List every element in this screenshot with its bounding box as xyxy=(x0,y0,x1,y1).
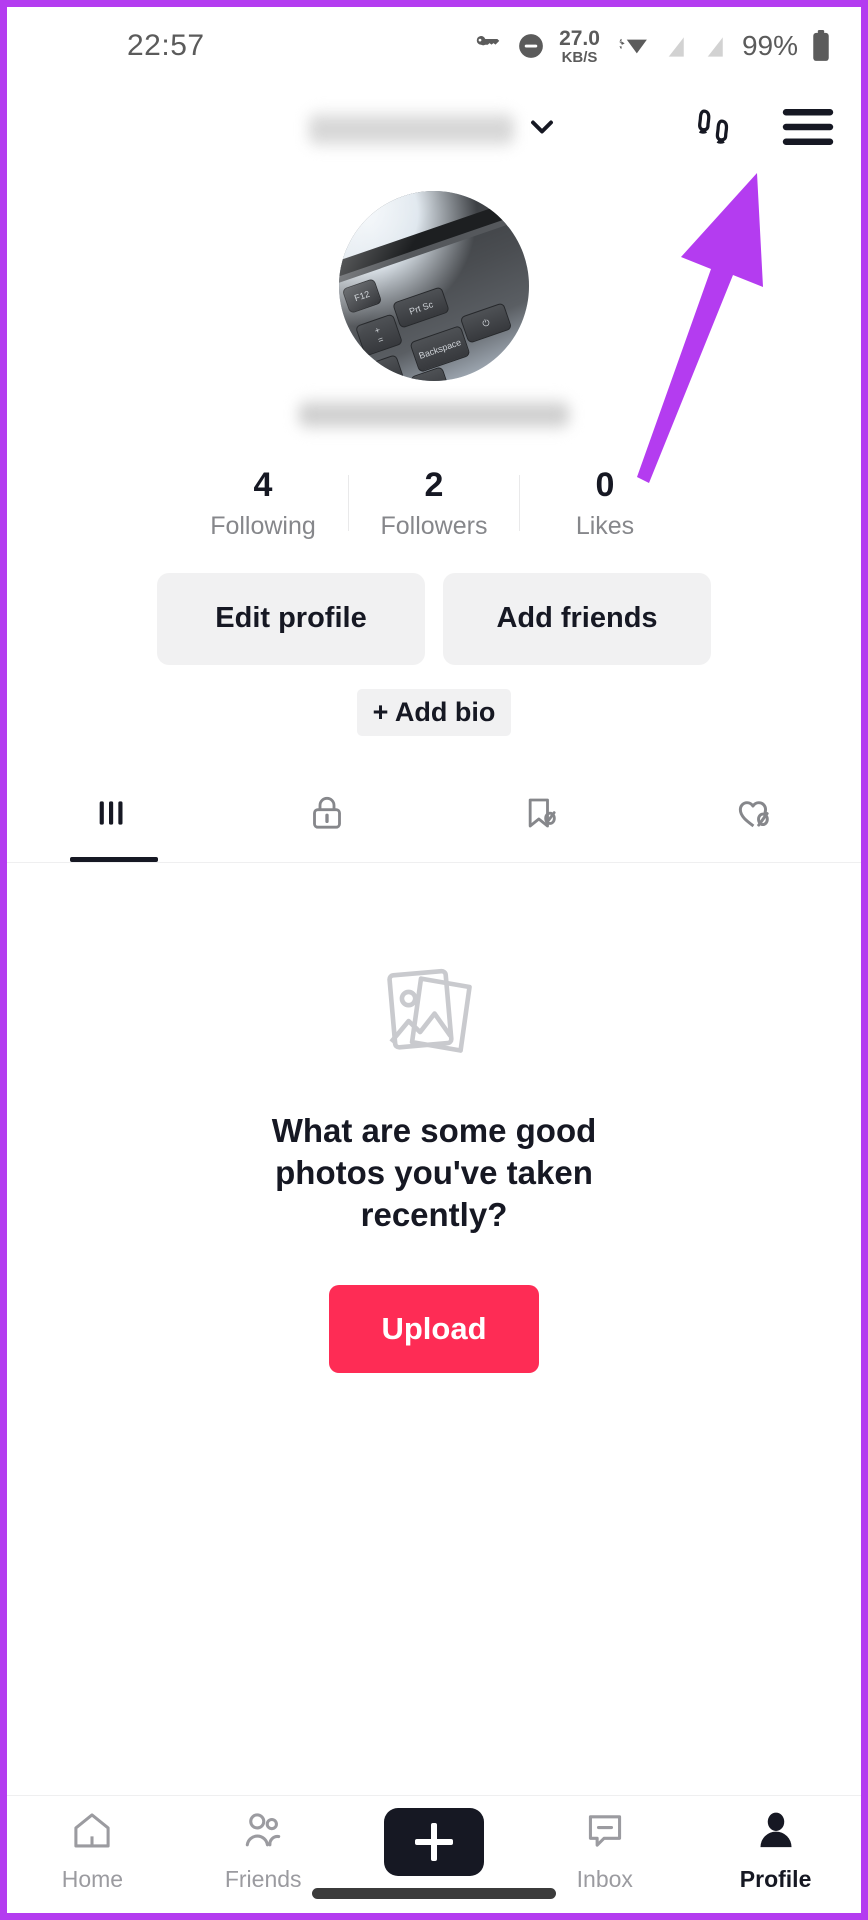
chevron-down-icon[interactable] xyxy=(524,109,560,150)
nav-item-home[interactable]: Home xyxy=(7,1808,178,1893)
username-label-blurred xyxy=(308,112,514,146)
friends-icon xyxy=(240,1808,286,1859)
profile-header xyxy=(7,85,861,173)
nav-label-inbox: Inbox xyxy=(576,1866,633,1892)
nav-label-friends: Friends xyxy=(224,1866,302,1892)
footprints-icon[interactable] xyxy=(687,101,739,158)
private-tab[interactable] xyxy=(221,770,435,862)
status-bar: 22:57 27.0 KB/S 99% xyxy=(7,7,861,85)
hamburger-menu-icon[interactable] xyxy=(781,106,835,153)
bookmark-slash-icon xyxy=(521,793,561,838)
posts-tab[interactable] xyxy=(7,770,221,862)
stat-followers[interactable]: 2 Followers xyxy=(349,465,519,541)
network-speed-indicator: 27.0 KB/S xyxy=(559,28,600,65)
bottom-navigation: Home Friends Inbox Profile xyxy=(7,1795,861,1913)
nav-item-inbox[interactable]: Inbox xyxy=(519,1808,690,1893)
liked-tab[interactable] xyxy=(648,770,862,862)
lock-icon xyxy=(307,793,347,838)
profile-stats: 4 Following 2 Followers 0 Likes xyxy=(7,465,861,541)
inbox-icon xyxy=(582,1808,628,1859)
profile-actions: Edit profile Add friends xyxy=(7,572,861,665)
stat-following[interactable]: 4 Following xyxy=(178,465,348,541)
sim2-no-signal-icon xyxy=(701,31,727,61)
do-not-disturb-icon xyxy=(516,31,546,61)
handle-label-blurred xyxy=(299,399,569,429)
likes-count: 0 xyxy=(595,466,615,504)
following-label: Following xyxy=(210,511,316,540)
profile-handle xyxy=(7,399,861,429)
heart-slash-icon xyxy=(733,792,775,839)
grid-bars-icon xyxy=(94,793,134,838)
screenshot-frame: 22:57 27.0 KB/S 99% 4 Following 2 Follow… xyxy=(0,0,868,1920)
plus-glyph xyxy=(414,1823,453,1861)
add-bio-button[interactable]: + Add bio xyxy=(356,688,512,736)
vpn-key-icon xyxy=(473,31,503,61)
bio-row: + Add bio xyxy=(7,688,861,736)
avatar-block: F12 Prt Sc ⏻ += Backspace ] \ xyxy=(7,191,861,381)
android-gesture-bar xyxy=(312,1888,556,1899)
reposts-tab[interactable] xyxy=(434,770,648,862)
content-tabs xyxy=(7,770,861,863)
phone-screen: 22:57 27.0 KB/S 99% 4 Following 2 Follow… xyxy=(7,7,861,1913)
nav-label-profile: Profile xyxy=(739,1866,812,1892)
network-speed-value: 27.0 xyxy=(559,26,600,50)
create-plus-icon[interactable] xyxy=(374,1808,493,1876)
nav-item-profile[interactable]: Profile xyxy=(690,1808,861,1893)
followers-label: Followers xyxy=(380,511,488,540)
profile-person-icon xyxy=(753,1808,799,1859)
avatar-gloss xyxy=(339,191,529,381)
nav-label-home: Home xyxy=(61,1866,124,1892)
nav-item-friends[interactable]: Friends xyxy=(178,1808,349,1893)
empty-state: What are some good photos you've taken r… xyxy=(7,863,861,1795)
likes-label: Likes xyxy=(575,511,635,540)
status-icons: 27.0 KB/S 99% xyxy=(473,28,831,65)
followers-count: 2 xyxy=(424,466,444,504)
avatar[interactable]: F12 Prt Sc ⏻ += Backspace ] \ xyxy=(339,191,529,381)
wifi-icon xyxy=(613,31,649,61)
empty-state-title: What are some good photos you've taken r… xyxy=(271,1111,597,1234)
battery-percent-label: 99% xyxy=(741,30,798,61)
status-time: 22:57 xyxy=(127,29,205,62)
upload-button[interactable]: Upload xyxy=(329,1284,539,1373)
active-tab-underline xyxy=(69,856,158,862)
home-icon xyxy=(69,1808,115,1859)
stat-likes[interactable]: 0 Likes xyxy=(520,465,690,541)
following-count: 4 xyxy=(253,466,273,504)
battery-icon xyxy=(811,30,831,62)
edit-profile-button[interactable]: Edit profile xyxy=(157,572,425,665)
nav-item-create[interactable] xyxy=(349,1808,520,1883)
sim1-no-signal-icon xyxy=(662,31,688,61)
add-friends-button[interactable]: Add friends xyxy=(443,572,711,665)
header-actions xyxy=(687,101,835,158)
stacked-photos-icon xyxy=(374,963,494,1072)
network-speed-unit: KB/S xyxy=(561,48,598,66)
